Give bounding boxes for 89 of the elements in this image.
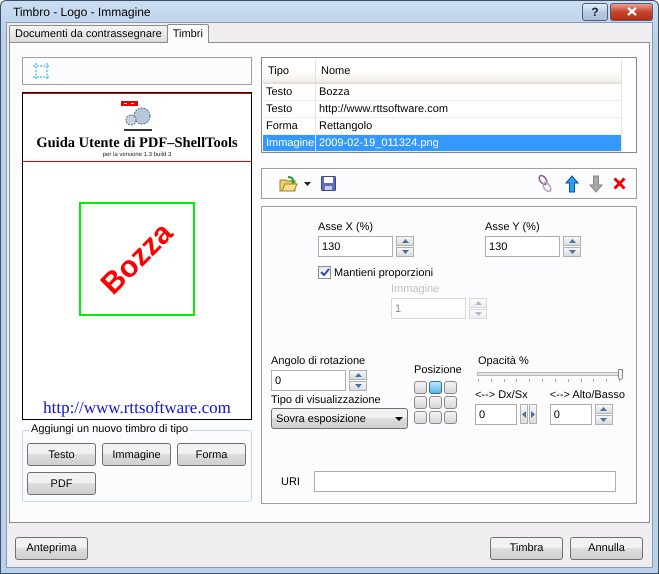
caret-icon[interactable]: [304, 182, 311, 186]
position-option[interactable]: [414, 411, 427, 424]
position-option[interactable]: [414, 381, 427, 394]
slider-thumb[interactable]: [618, 369, 623, 380]
spin-up-button[interactable]: [594, 404, 613, 414]
scale-x-field[interactable]: 130: [318, 236, 393, 257]
document-heading: Guida Utente di PDF–ShellTools: [36, 135, 238, 152]
position-option[interactable]: [444, 381, 457, 394]
down-triangle-icon: [402, 250, 408, 254]
spin-left-button[interactable]: [520, 404, 528, 424]
dialog-button[interactable]: Timbra: [490, 536, 563, 560]
add-stamp-button[interactable]: Testo: [27, 443, 96, 466]
up-arrow-icon[interactable]: [565, 174, 579, 192]
right-triangle-icon: [531, 410, 535, 418]
down-triangle-icon: [354, 384, 362, 388]
left-triangle-icon: [522, 410, 526, 418]
table-cell: http://www.rttsoftware.com: [316, 101, 622, 117]
offset-x-field[interactable]: 0: [475, 404, 517, 425]
close-icon: [626, 7, 636, 16]
group-title: Aggiungi un nuovo timbro di tipo: [29, 423, 190, 435]
position-option[interactable]: [429, 381, 442, 394]
document-url: http://www.rttsoftware.com: [43, 398, 231, 418]
field-label: Opacità %: [478, 355, 530, 367]
position-option[interactable]: [429, 411, 442, 424]
spin-right-button[interactable]: [529, 404, 537, 424]
add-stamp-button[interactable]: PDF: [27, 472, 96, 495]
spin-down-button[interactable]: [563, 247, 581, 257]
down-triangle-icon: [600, 418, 608, 422]
table-cell: Testo: [263, 101, 316, 117]
tab[interactable]: Documenti da contrassegnare: [9, 25, 168, 42]
rotation-field[interactable]: 0: [271, 370, 346, 391]
display-type-dropdown[interactable]: Sovra esposizione: [271, 408, 408, 429]
dialog-button[interactable]: Annulla: [570, 536, 643, 560]
field-label: Angolo di rotazione: [271, 355, 366, 367]
position-option[interactable]: [414, 396, 427, 409]
field-label: Asse X (%): [318, 221, 374, 233]
spin-down-button[interactable]: [396, 247, 414, 257]
field-label: URI: [281, 476, 300, 488]
table-cell: Testo: [263, 84, 316, 100]
checkbox[interactable]: [318, 266, 331, 279]
up-triangle-icon: [402, 239, 408, 243]
field-label: Asse Y (%): [485, 221, 541, 233]
add-stamp-button[interactable]: Immagine: [102, 443, 171, 466]
up-triangle-icon: [474, 301, 482, 305]
table-cell: Forma: [263, 118, 316, 134]
column-header[interactable]: Nome: [316, 60, 622, 82]
caret-icon: [395, 416, 403, 420]
field-label: Posizione: [414, 364, 463, 376]
help-button[interactable]: ?: [582, 2, 608, 20]
table-row[interactable]: Testo Bozza: [263, 84, 622, 101]
down-triangle-icon: [474, 312, 482, 316]
scale-y-field[interactable]: 130: [485, 236, 560, 257]
column-header[interactable]: Tipo: [263, 60, 316, 82]
open-folder-icon[interactable]: [279, 175, 298, 192]
logo-icon: [121, 100, 153, 132]
table-cell: Bozza: [316, 84, 622, 100]
field-label: <--> Dx/Sx: [475, 389, 529, 401]
spin-up-button[interactable]: [349, 370, 367, 380]
tab[interactable]: Timbri: [166, 24, 209, 43]
table-cell: Immagine: [263, 135, 316, 151]
field-label: <--> Alto/Basso: [550, 389, 625, 401]
field-label: Immagine: [391, 283, 440, 295]
spin-up-button[interactable]: [396, 236, 414, 246]
table-cell: Rettangolo: [316, 118, 622, 134]
checkbox-label: Mantieni proporzioni: [334, 266, 434, 278]
field-label: Tipo di visualizzazione: [271, 394, 382, 406]
spin-down-button[interactable]: [594, 415, 613, 425]
spin-down-button[interactable]: [349, 381, 367, 391]
selection-icon[interactable]: [33, 62, 50, 80]
up-triangle-icon: [600, 407, 608, 411]
uri-field[interactable]: [314, 471, 616, 492]
preview-button[interactable]: Anteprima: [15, 536, 88, 560]
spin-up-button[interactable]: [563, 236, 581, 246]
up-triangle-icon: [354, 373, 362, 377]
chain-icon[interactable]: [537, 174, 553, 193]
add-stamp-button[interactable]: Forma: [177, 443, 246, 466]
delete-icon[interactable]: [613, 177, 626, 190]
table-row[interactable]: Testo http://www.rttsoftware.com: [263, 101, 622, 118]
table-cell: 2009-02-19_011324.png: [316, 135, 622, 151]
position-option[interactable]: [444, 411, 457, 424]
position-option[interactable]: [429, 396, 442, 409]
offset-y-field[interactable]: 0: [550, 404, 592, 425]
window-title: Timbro - Logo - Immagine: [13, 4, 152, 18]
save-icon[interactable]: [321, 176, 336, 191]
down-arrow-icon[interactable]: [589, 174, 603, 192]
close-button[interactable]: [610, 2, 653, 20]
down-triangle-icon: [568, 250, 576, 254]
up-triangle-icon: [568, 239, 576, 243]
position-option[interactable]: [444, 396, 457, 409]
